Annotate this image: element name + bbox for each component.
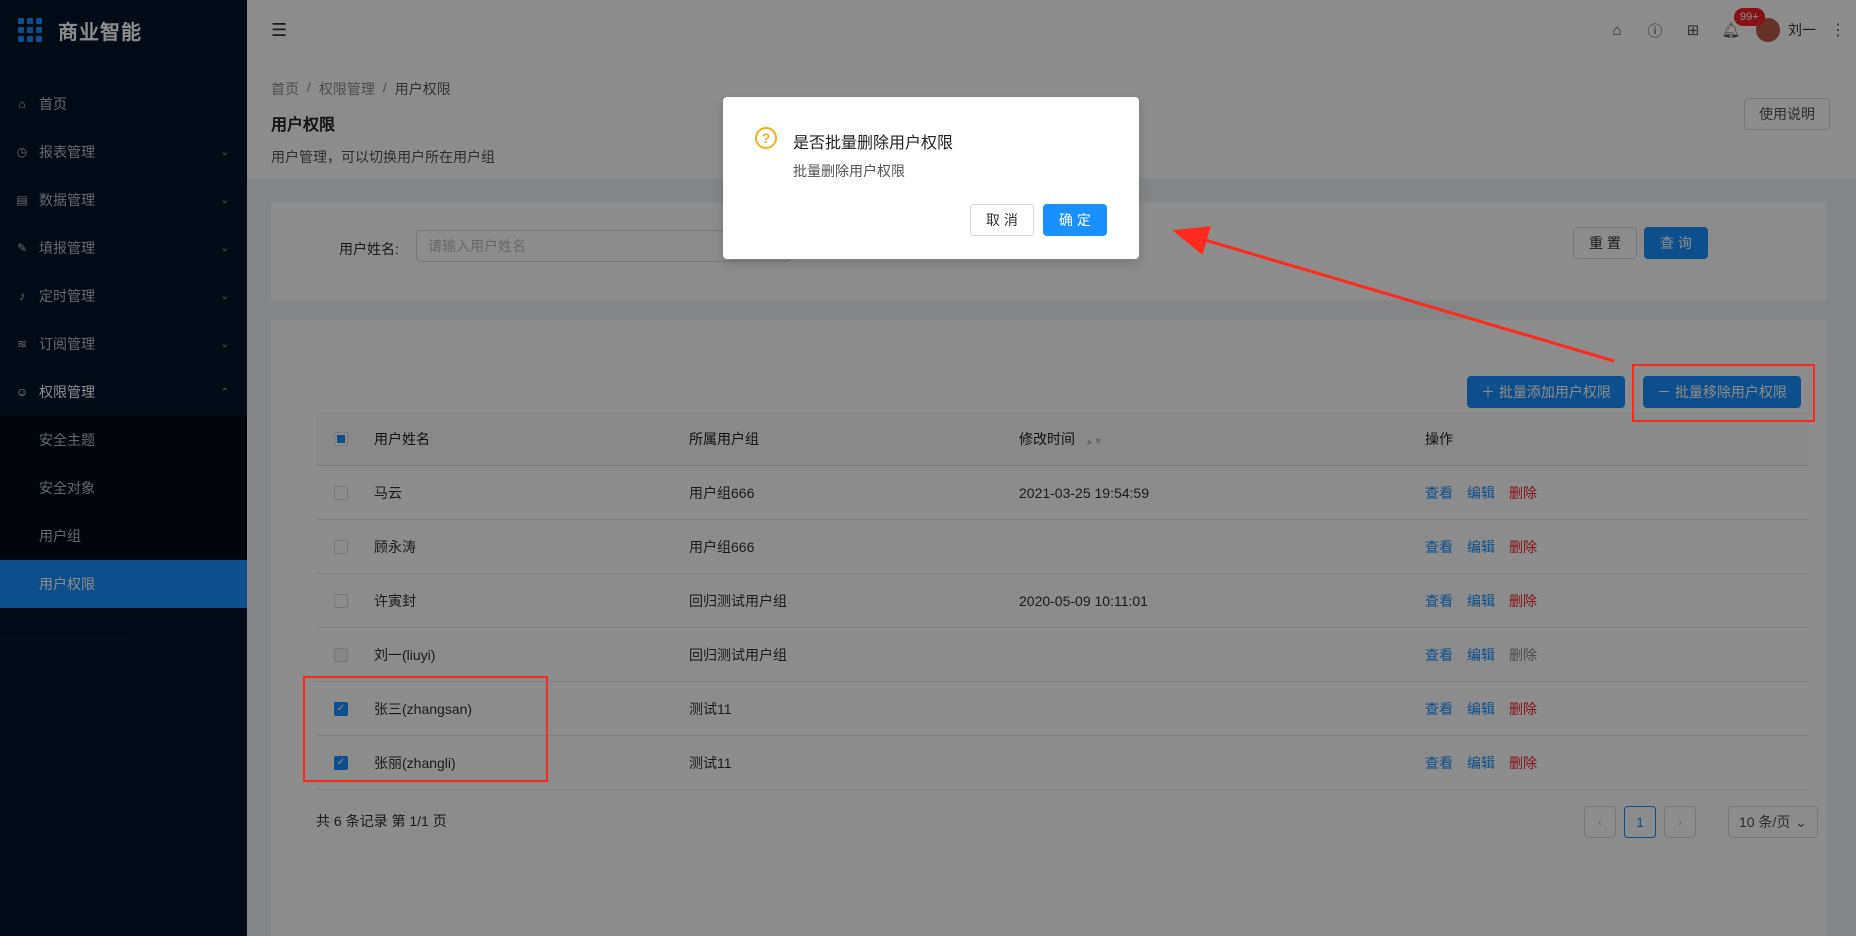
modal-ok-button[interactable]: 确 定 [1043, 204, 1107, 236]
question-circle-icon: ? [755, 127, 777, 149]
confirm-modal: ? 是否批量删除用户权限 批量删除用户权限 取 消 确 定 [723, 97, 1139, 259]
modal-cancel-button[interactable]: 取 消 [970, 204, 1034, 236]
modal-content: 批量删除用户权限 [793, 163, 905, 179]
modal-title: 是否批量删除用户权限 [793, 135, 954, 152]
